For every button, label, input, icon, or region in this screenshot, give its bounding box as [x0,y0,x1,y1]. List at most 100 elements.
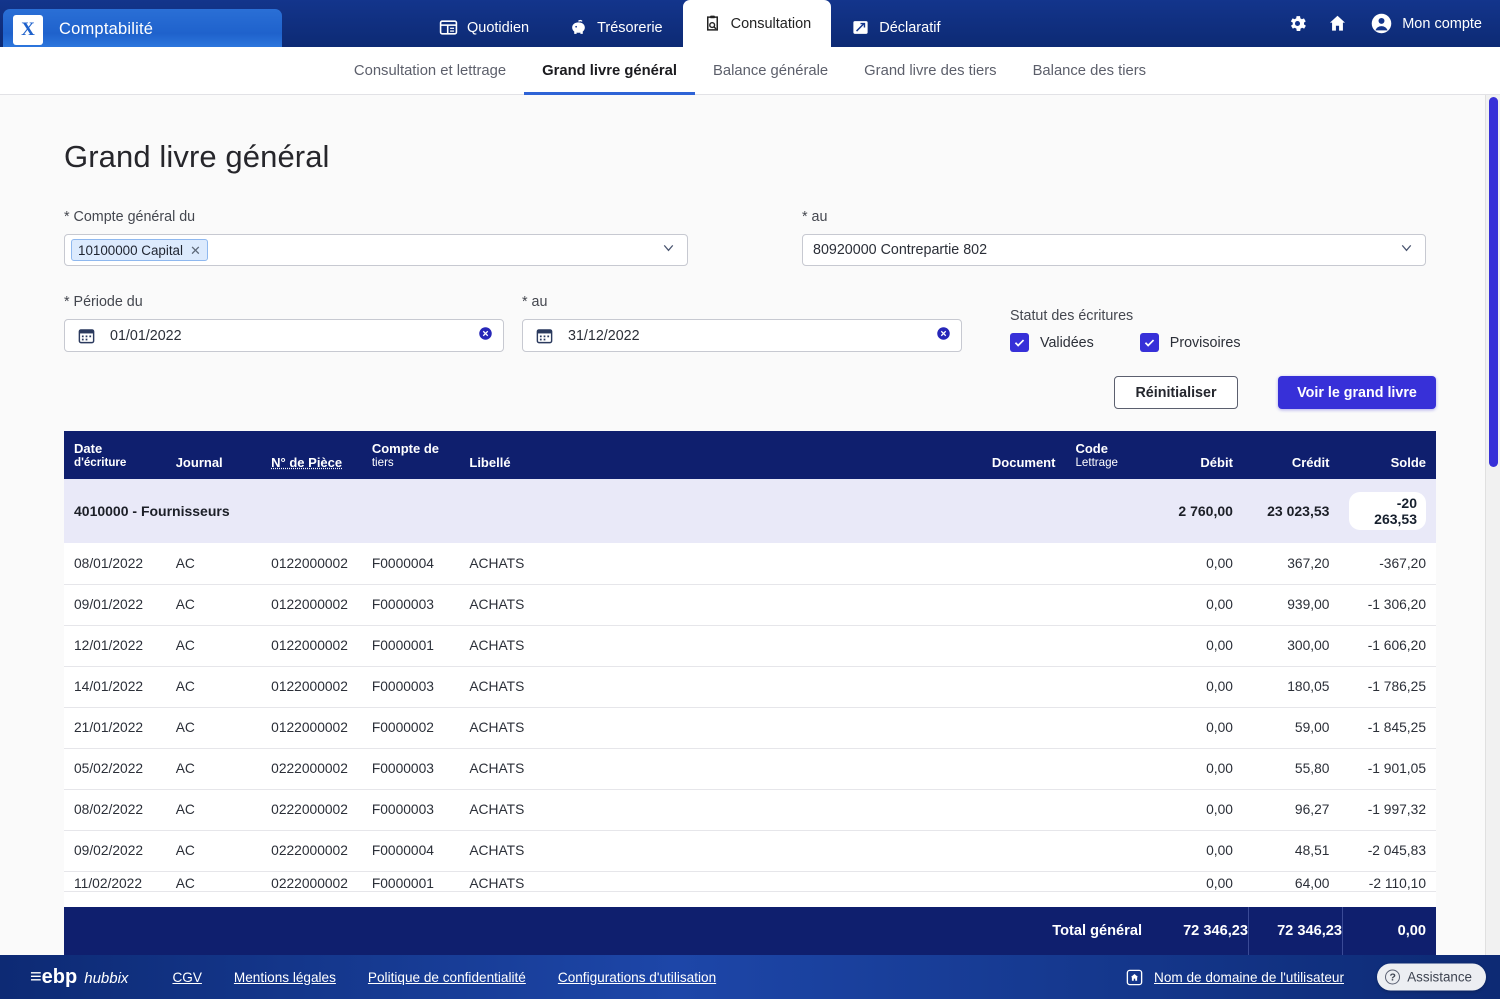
assistance-button[interactable]: ? Assistance [1377,963,1486,991]
cell-date: 14/01/2022 [64,666,166,708]
col-code-line1: Code [1075,441,1108,456]
cell-tiers: F0000004 [361,830,460,872]
col-debit[interactable]: Débit [1151,431,1243,479]
module-tab-comptabilite[interactable]: X Comptabilité [3,9,282,50]
table-scroll-body[interactable]: 4010000 - Fournisseurs 2 760,00 23 023,5… [64,479,1436,907]
col-numero-piece[interactable]: N° de Pièce [261,431,362,479]
table-row[interactable]: 09/02/2022 AC 0222000002 F0000004 ACHATS… [64,830,1436,872]
app-root: X Comptabilité Quotidien Trésorerie Cons… [0,0,1500,999]
nav-item-quotidien[interactable]: Quotidien [419,8,549,47]
cell-solde: -1 997,32 [1339,789,1436,831]
cell-journal: AC [165,707,262,749]
table-row[interactable]: 08/01/2022 AC 0122000002 F0000004 ACHATS… [64,543,1436,585]
table-row[interactable]: 05/02/2022 AC 0222000002 F0000003 ACHATS… [64,748,1436,790]
cell-solde: -1 901,05 [1339,748,1436,790]
col-code-lettrage[interactable]: Code Lettrage [1065,431,1152,479]
cell-document [967,707,1066,749]
table-row[interactable]: 11/02/2022 AC 0222000002 F0000001 ACHATS… [64,871,1436,892]
status-checkbox-group: Validées Provisoires [1010,333,1241,352]
cell-credit: 367,20 [1242,543,1340,585]
footer-link-mentions-legales[interactable]: Mentions légales [234,970,336,985]
clear-circle-icon[interactable] [478,326,493,346]
col-credit[interactable]: Crédit [1242,431,1340,479]
subnav-item-consultation-et-lettrage[interactable]: Consultation et lettrage [336,47,524,95]
close-icon[interactable]: ✕ [190,244,201,257]
nav-item-consultation[interactable]: Consultation [682,0,832,47]
col-libelle[interactable]: Libellé [459,431,968,479]
account-group-row[interactable]: 4010000 - Fournisseurs 2 760,00 23 023,5… [64,479,1436,543]
col-journal[interactable]: Journal [165,431,262,479]
cell-code [1065,789,1152,831]
nav-label-quotidien: Quotidien [467,19,530,36]
date-input-periode-du[interactable]: 01/01/2022 [64,319,504,352]
col-date-line1: Date [74,441,103,456]
primary-nav: Quotidien Trésorerie Consultation Déclar… [419,0,960,47]
subnav-item-grand-livre-des-tiers[interactable]: Grand livre des tiers [846,47,1014,95]
subnav-item-grand-livre-general[interactable]: Grand livre général [524,47,695,95]
col-document[interactable]: Document [967,431,1066,479]
table-row[interactable]: 08/02/2022 AC 0222000002 F0000003 ACHATS… [64,789,1436,831]
cell-date: 21/01/2022 [64,707,166,749]
home-badge-icon [1126,969,1143,985]
checkbox-validees[interactable]: Validées [1010,333,1094,352]
filter-row-accounts: * Compte général du 10100000 Capital ✕ *… [64,209,1436,266]
calendar-icon[interactable] [535,326,554,345]
home-icon[interactable] [1324,11,1350,37]
footer-link-configurations-utilisation[interactable]: Configurations d'utilisation [558,970,716,985]
date-input-periode-au[interactable]: 31/12/2022 [522,319,962,352]
cell-date: 09/02/2022 [64,830,166,872]
account-menu[interactable]: Mon compte [1364,12,1482,35]
calendar-icon[interactable] [77,326,96,345]
token-compte-general-du[interactable]: 10100000 Capital ✕ [71,239,208,261]
table-row[interactable]: 21/01/2022 AC 0122000002 F0000002 ACHATS… [64,707,1436,749]
cell-document [967,543,1066,585]
select-compte-general-du[interactable]: 10100000 Capital ✕ [64,234,688,266]
cell-debit: 0,00 [1151,625,1243,667]
cell-document [967,666,1066,708]
table-row[interactable]: 14/01/2022 AC 0122000002 F0000003 ACHATS… [64,666,1436,708]
cell-tiers: F0000003 [361,748,460,790]
table-row[interactable]: 09/01/2022 AC 0122000002 F0000003 ACHATS… [64,584,1436,626]
reset-button[interactable]: Réinitialiser [1114,376,1238,409]
page-scrollbar[interactable] [1485,95,1500,955]
account-label: Mon compte [1402,15,1482,32]
footer-domain-link[interactable]: Nom de domaine de l'utilisateur [1154,970,1344,985]
cell-libelle: ACHATS [459,543,968,585]
cell-debit: 0,00 [1151,871,1243,892]
footer-link-politique-confidentialite[interactable]: Politique de confidentialité [368,970,526,985]
table-row[interactable]: 12/01/2022 AC 0122000002 F0000001 ACHATS… [64,625,1436,667]
field-compte-general-au: * au 80920000 Contrepartie 802 [802,209,1426,266]
check-icon [1139,333,1159,352]
page-content: Grand livre général * Compte général du … [0,95,1500,955]
footer-bar: ≡ebp hubbix CGV Mentions légales Politiq… [0,955,1500,999]
col-date-ecriture[interactable]: Date d'écriture [64,431,166,479]
col-tiers-line1: Compte de [371,441,439,456]
gear-icon[interactable] [1284,11,1310,37]
declaration-icon [853,21,868,34]
chevron-down-icon[interactable] [660,239,677,261]
page-scrollbar-thumb[interactable] [1489,97,1498,467]
nav-item-declaratif[interactable]: Déclaratif [831,8,960,47]
cell-document [967,625,1066,667]
view-ledger-button[interactable]: Voir le grand livre [1278,376,1436,409]
col-journal-label: Journal [175,455,223,470]
col-compte-de-tiers[interactable]: Compte de tiers [361,431,460,479]
select-compte-general-au[interactable]: 80920000 Contrepartie 802 [802,234,1426,266]
date-value-periode-au: 31/12/2022 [568,327,640,344]
col-debit-label: Débit [1200,455,1233,470]
col-solde[interactable]: Solde [1339,431,1436,479]
cell-date: 08/01/2022 [64,543,166,585]
checkbox-provisoires[interactable]: Provisoires [1139,333,1241,352]
nav-item-tresorerie[interactable]: Trésorerie [549,8,683,47]
field-periode-du: * Période du 01/01/2022 [64,294,504,352]
footer-link-cgv[interactable]: CGV [172,970,201,985]
subnav-item-balance-des-tiers[interactable]: Balance des tiers [1015,47,1165,95]
cell-solde: -2 045,83 [1339,830,1436,872]
chevron-down-icon[interactable] [1398,239,1415,261]
clear-circle-icon[interactable] [936,326,951,346]
subnav-item-balance-generale[interactable]: Balance générale [695,47,846,95]
cell-code [1065,830,1152,872]
cell-credit: 59,00 [1242,707,1340,749]
nav-label-consultation: Consultation [730,15,812,32]
cell-piece: 0222000002 [261,830,362,872]
